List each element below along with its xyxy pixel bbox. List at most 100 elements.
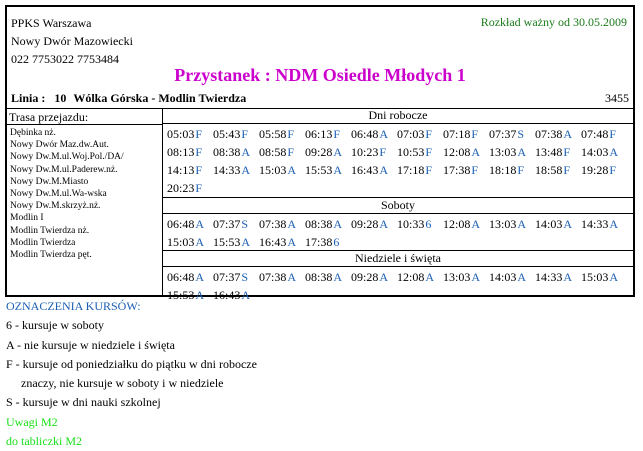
departure-clock: 07:38 [259, 217, 287, 231]
departure-clock: 17:18 [397, 163, 425, 177]
departure-time: 17:386 [305, 233, 351, 251]
departure-clock: 12:08 [443, 145, 471, 159]
departure-clock: 07:37 [213, 217, 241, 231]
departure-symbol: A [471, 145, 481, 159]
departure-symbol: A [241, 163, 251, 177]
departure-time: 07:03F [397, 125, 443, 143]
departure-symbol: A [287, 270, 297, 284]
departure-time: 14:13F [167, 161, 213, 179]
departure-time: 10:53F [397, 143, 443, 161]
operator-block: PPKS Warszawa Nowy Dwór Mazowiecki 022 7… [11, 14, 133, 68]
departure-time: 08:38A [213, 143, 259, 161]
departure-symbol: A [379, 270, 389, 284]
departure-symbol: F [563, 163, 571, 177]
departure-time: 13:48F [535, 143, 581, 161]
departure-clock: 14:03 [581, 145, 609, 159]
departure-symbol: A [517, 145, 527, 159]
route-stop: Modlin Twierdza [10, 237, 76, 248]
operator-branch: Nowy Dwór Mazowiecki [11, 34, 133, 48]
departure-symbol: F [195, 127, 203, 141]
departure-clock: 05:03 [167, 127, 195, 141]
departure-clock: 14:33 [581, 217, 609, 231]
departure-time: 08:13F [167, 143, 213, 161]
departure-time: 07:38A [535, 125, 581, 143]
departure-time: 15:03A [167, 233, 213, 251]
departure-clock: 19:28 [581, 163, 609, 177]
times-saturdays: 06:48A 07:37S 07:38A 08:38A 09:28A 10:336 12:0… [167, 215, 627, 251]
departure-time: 07:38A [259, 215, 305, 233]
departure-time: 06:48A [167, 215, 213, 233]
departure-clock: 10:33 [397, 217, 425, 231]
departure-clock: 15:53 [213, 235, 241, 249]
departure-symbol: F [609, 127, 617, 141]
departure-time: 20:23F [167, 179, 213, 197]
departure-clock: 06:48 [351, 127, 379, 141]
line-code: 3455 [605, 91, 629, 105]
departure-clock: 08:38 [305, 217, 333, 231]
departure-time: 12:08A [443, 215, 489, 233]
departure-symbol: A [609, 270, 619, 284]
departure-clock: 08:38 [305, 270, 333, 284]
departure-symbol: F [241, 127, 249, 141]
departure-time: 13:03A [489, 215, 535, 233]
legend-item-continuation: znaczy, nie kursuje w soboty i w niedzie… [21, 376, 224, 391]
departure-clock: 07:48 [581, 127, 609, 141]
departure-clock: 14:33 [535, 270, 563, 284]
stop-title: Przystanek : NDM Osiedle Młodych 1 [174, 65, 466, 85]
departure-clock: 14:13 [167, 163, 195, 177]
departure-time: 16:43A [351, 161, 397, 179]
departure-symbol: F [517, 163, 525, 177]
departure-symbol: F [195, 181, 203, 195]
departure-time: 05:58F [259, 125, 305, 143]
departure-clock: 08:58 [259, 145, 287, 159]
departure-time: 19:28F [581, 161, 627, 179]
departure-time: 10:23F [351, 143, 397, 161]
departure-time: 17:18F [397, 161, 443, 179]
departure-clock: 08:13 [167, 145, 195, 159]
departure-symbol: A [287, 235, 297, 249]
departure-time: 18:58F [535, 161, 581, 179]
departure-time: 08:38A [305, 215, 351, 233]
departure-symbol: A [333, 145, 343, 159]
departure-symbol: A [333, 163, 343, 177]
departure-time: 13:03A [489, 143, 535, 161]
departure-clock: 08:38 [213, 145, 241, 159]
departure-symbol: S [241, 217, 249, 231]
departure-time: 07:37S [489, 125, 535, 143]
departure-clock: 20:23 [167, 181, 195, 195]
departure-symbol: A [287, 163, 297, 177]
departure-symbol: F [287, 127, 295, 141]
departure-time: 18:18F [489, 161, 535, 179]
departure-symbol: S [241, 270, 249, 284]
departure-symbol: A [563, 217, 573, 231]
departure-symbol: A [333, 217, 343, 231]
route-stop: Nowy Dw.M.skrzyż.nż. [10, 201, 101, 212]
departure-clock: 12:08 [443, 217, 471, 231]
time-row: 06:48A 07:37S 07:38A 08:38A 09:28A 10:336 12:0… [167, 215, 627, 233]
departure-clock: 15:53 [305, 163, 333, 177]
departure-clock: 18:58 [535, 163, 563, 177]
departure-symbol: F [425, 145, 433, 159]
section-heading-sundays: Niedziele i święta [163, 250, 633, 267]
departure-time: 07:38A [259, 268, 305, 286]
route-stops: Dębinka nż. Nowy Dwór Maz.dw.Aut. Nowy D… [10, 127, 124, 261]
departure-symbol: A [563, 270, 573, 284]
departure-time: 17:38F [443, 161, 489, 179]
departure-clock: 13:03 [489, 217, 517, 231]
departure-symbol: F [287, 145, 295, 159]
legend-item: S - kursuje w dni nauki szkolnej [6, 395, 161, 410]
departure-symbol: A [241, 235, 251, 249]
departure-clock: 07:38 [259, 270, 287, 284]
departure-clock: 13:48 [535, 145, 563, 159]
departure-symbol: A [379, 163, 389, 177]
time-row: 20:23F [167, 179, 627, 197]
departure-symbol: F [471, 127, 479, 141]
departure-symbol: A [609, 145, 619, 159]
departure-time: 13:03A [443, 268, 489, 286]
line-label: Linia : [11, 91, 46, 105]
route-stop: Modlin I [10, 213, 44, 224]
route-stop: Nowy Dw.M.Miasto [10, 176, 89, 187]
departure-symbol: A [517, 270, 527, 284]
departure-symbol: A [195, 217, 205, 231]
departure-time: 05:43F [213, 125, 259, 143]
